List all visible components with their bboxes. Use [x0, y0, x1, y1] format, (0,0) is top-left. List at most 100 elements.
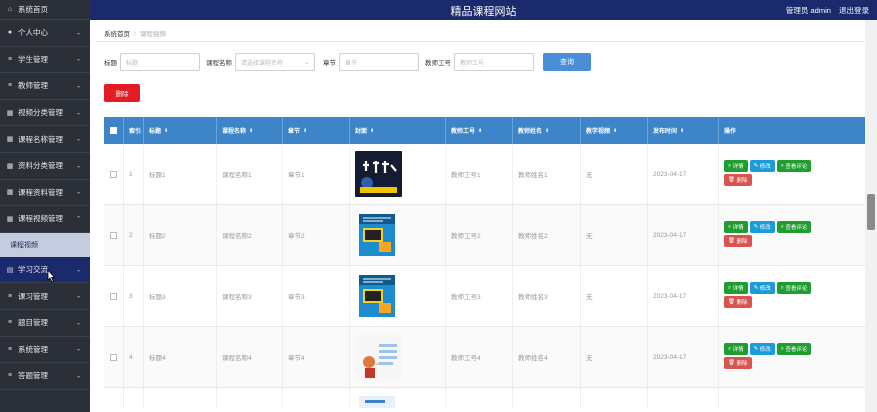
- sidebar-item-answers[interactable]: ≡ 答题管理 ⌄: [0, 363, 90, 390]
- edit-button[interactable]: ✎ 修改: [749, 160, 775, 172]
- cell-video: 无: [581, 327, 648, 387]
- diagram-cover-image[interactable]: [355, 334, 402, 380]
- teacher-id-input[interactable]: 教师工号: [454, 53, 534, 71]
- search-icon: ⌕: [728, 345, 732, 352]
- edit-button[interactable]: ✎ 修改: [749, 221, 775, 233]
- select-all-cell: [104, 117, 124, 144]
- title-input[interactable]: 标题: [120, 53, 200, 71]
- table-row: 3 标题3 课程名称3 章节3 教师工号3 教师姓名3 无 2023-04-17: [104, 266, 868, 327]
- table-header: 索引 标题 ⬍ 课程名称 ⬍ 章节 ⬍ 封面 ⬍ 教师工号 ⬍ 教师姓名 ⬍ 教学视频 ⬍ 发…: [104, 117, 868, 144]
- col-video[interactable]: 教学视频 ⬍: [581, 117, 648, 144]
- cell-cover: [350, 266, 446, 326]
- col-teacher-id[interactable]: 教师工号 ⬍: [446, 117, 513, 144]
- chevron-down-icon: ⌄: [75, 56, 81, 63]
- course-select[interactable]: 请选择课程名称 ⌄: [235, 53, 315, 71]
- sidebar-item-questions[interactable]: ≡ 题目管理 ⌄: [0, 310, 90, 337]
- query-button[interactable]: 查询: [543, 53, 591, 71]
- row-delete-button[interactable]: 🗑 删除: [724, 235, 752, 247]
- cell-video: 无: [581, 144, 648, 204]
- select-all-checkbox[interactable]: [110, 127, 117, 134]
- python-cover-image[interactable]: [355, 394, 402, 408]
- sidebar-item-teachers[interactable]: ≡ 教师管理 ⌄: [0, 73, 90, 100]
- sidebar-item-study-exchange[interactable]: ▤ 学习交流 ⌄: [0, 256, 90, 284]
- cell-cover: [350, 327, 446, 387]
- chevron-down-icon: ⌄: [75, 346, 81, 353]
- sidebar-item-video-category[interactable]: ▦ 视频分类管理 ⌄: [0, 100, 90, 127]
- search-icon: ⌕: [780, 223, 784, 230]
- cell-teacher-name: 教师姓名2: [513, 205, 581, 265]
- sidebar-item-label: 课程视频管理: [18, 214, 63, 224]
- edit-button[interactable]: ✎ 修改: [749, 282, 775, 294]
- sidebar-item-students[interactable]: ≡ 学生管理 ⌄: [0, 47, 90, 74]
- col-teacher-name[interactable]: 教师姓名 ⬍: [513, 117, 581, 144]
- chapter-input[interactable]: 章节: [339, 53, 419, 71]
- view-comments-button[interactable]: ⌕ 查看评论: [776, 343, 812, 355]
- cell-course: 课程名称4: [217, 327, 283, 387]
- sidebar: ⌂ 系统首页 ● 个人中心 ⌄ ≡ 学生管理 ⌄ ≡ 教师管理 ⌄ ▦ 视频分类…: [0, 0, 90, 412]
- col-title[interactable]: 标题 ⬍: [144, 117, 217, 144]
- top-header: 精品课程网站 管理员 admin 退出登录: [90, 0, 877, 20]
- vertical-scrollbar[interactable]: [865, 20, 877, 412]
- sidebar-item-course-name[interactable]: ▦ 课程名称管理 ⌄: [0, 126, 90, 153]
- course-select-placeholder: 请选择课程名称: [241, 60, 284, 67]
- book-cover-image[interactable]: [355, 212, 402, 258]
- col-chapter[interactable]: 章节 ⬍: [283, 117, 350, 144]
- scrollbar-thumb[interactable]: [867, 194, 875, 230]
- sidebar-item-label: 资料分类管理: [18, 161, 63, 171]
- cell-date: 2023-04-17: [648, 144, 719, 204]
- breadcrumb-home[interactable]: 系统首页: [104, 31, 130, 38]
- cell-title: 标题1: [144, 144, 217, 204]
- logout-link[interactable]: 退出登录: [839, 6, 869, 15]
- row-select-cell: [104, 144, 124, 204]
- cell-teacher-id: 教师工号3: [446, 266, 513, 326]
- cell-index: 1: [124, 144, 144, 204]
- detail-button[interactable]: ⌕ 详情: [724, 343, 748, 355]
- view-comments-button[interactable]: ⌕ 查看评论: [776, 221, 812, 233]
- sidebar-item-home[interactable]: ⌂ 系统首页: [0, 0, 90, 20]
- search-icon: ⌕: [780, 345, 784, 352]
- cell-video: 无: [581, 205, 648, 265]
- sidebar-item-system[interactable]: ≡ 系统管理 ⌄: [0, 337, 90, 364]
- row-select-cell: [104, 205, 124, 265]
- sidebar-item-course-material[interactable]: ▦ 课程资料管理 ⌄: [0, 180, 90, 207]
- sidebar-item-exercise[interactable]: ≡ 课习管理 ⌄: [0, 283, 90, 310]
- row-checkbox[interactable]: [110, 292, 117, 300]
- cell-chapter: 章节1: [283, 144, 350, 204]
- row-delete-button[interactable]: 🗑 删除: [724, 296, 752, 308]
- admin-user-label: 管理员 admin: [785, 6, 831, 15]
- book-cover-image[interactable]: [355, 273, 402, 319]
- row-checkbox[interactable]: [110, 231, 117, 239]
- detail-button[interactable]: ⌕ 详情: [724, 160, 748, 172]
- view-comments-button[interactable]: ⌕ 查看评论: [776, 282, 812, 294]
- sidebar-item-personal[interactable]: ● 个人中心 ⌄: [0, 20, 90, 47]
- table-row: [104, 388, 868, 408]
- chevron-down-icon: ⌄: [75, 189, 81, 196]
- row-checkbox[interactable]: [110, 353, 117, 361]
- edit-button[interactable]: ✎ 修改: [749, 343, 775, 355]
- sidebar-item-material-category[interactable]: ▦ 资料分类管理 ⌄: [0, 153, 90, 180]
- delete-button[interactable]: 删除: [104, 84, 140, 102]
- col-index[interactable]: 索引: [124, 117, 144, 144]
- sidebar-subitem-course-video[interactable]: 课程视频: [0, 232, 90, 257]
- grid-icon: ▦: [6, 136, 14, 144]
- row-delete-button[interactable]: 🗑 删除: [724, 174, 752, 186]
- sidebar-item-course-video[interactable]: ▦ 课程视频管理 ⌃: [0, 206, 90, 233]
- view-comments-button[interactable]: ⌕ 查看评论: [776, 160, 812, 172]
- sidebar-item-label: 课习管理: [18, 291, 48, 301]
- kids-coding-cover-image[interactable]: [355, 151, 402, 197]
- cell-date: 2023-04-17: [648, 205, 719, 265]
- col-date[interactable]: 发布时间 ⬍: [648, 117, 719, 144]
- col-course[interactable]: 课程名称 ⬍: [217, 117, 283, 144]
- user-area: 管理员 admin 退出登录: [780, 5, 869, 16]
- sidebar-item-label: 学习交流: [18, 265, 48, 275]
- col-cover[interactable]: 封面 ⬍: [350, 117, 446, 144]
- detail-button[interactable]: ⌕ 详情: [724, 221, 748, 233]
- sidebar-item-label: 个人中心: [18, 28, 48, 38]
- detail-button[interactable]: ⌕ 详情: [724, 282, 748, 294]
- cell-index: 2: [124, 205, 144, 265]
- grid-icon: ▦: [6, 189, 14, 197]
- breadcrumb: 系统首页 / 课程视频: [104, 31, 166, 38]
- search-icon: ⌕: [780, 284, 784, 291]
- row-delete-button[interactable]: 🗑 删除: [724, 357, 752, 369]
- row-checkbox[interactable]: [110, 170, 117, 178]
